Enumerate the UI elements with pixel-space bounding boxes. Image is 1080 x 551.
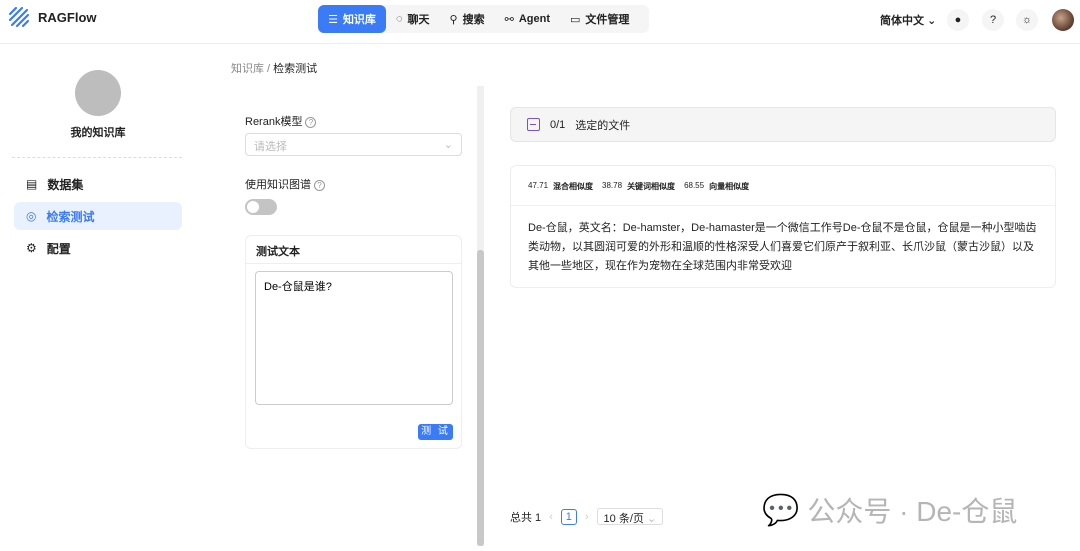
agent-icon: ⚯	[504, 13, 514, 26]
watermark: 💬 公众号 · De-仓鼠	[762, 490, 1017, 530]
vector-label: 向量相似度	[709, 182, 750, 191]
nav-label: 文件管理	[585, 14, 630, 26]
breadcrumb-current: 检索测试	[273, 63, 318, 75]
sidebar-item-label: 检索测试	[46, 209, 95, 224]
test-text-title: 测试文本	[246, 236, 461, 264]
test-text-input[interactable]: De-仓鼠是谁?	[255, 271, 453, 405]
total-count: 总共 1	[510, 511, 542, 524]
nav-file-management[interactable]: ▭ 文件管理	[560, 5, 639, 33]
chevron-down-icon: ⌄	[646, 513, 657, 525]
rerank-placeholder: 请选择	[254, 141, 287, 153]
language-select[interactable]: 简体中文 ⌄	[880, 12, 936, 28]
checkbox-indeterminate-icon[interactable]	[527, 118, 540, 131]
test-button[interactable]: 测 试	[418, 424, 453, 440]
chat-icon: ◌	[396, 13, 403, 25]
chevron-down-icon: ⌄	[927, 15, 937, 27]
nav-chat[interactable]: ◌ 聊天	[386, 5, 440, 33]
selected-label: 选定的文件	[575, 119, 631, 132]
nav-knowledge-base[interactable]: ☰ 知识库	[318, 5, 386, 33]
hybrid-score: 47.71	[528, 181, 549, 190]
nav-label: Agent	[518, 13, 550, 25]
help-icon: ?	[989, 14, 997, 26]
hybrid-label: 混合相似度	[553, 182, 594, 191]
kg-label: 使用知识图谱?	[245, 176, 325, 192]
page-1[interactable]: 1	[560, 508, 577, 525]
watermark-text: 公众号 · De-仓鼠	[807, 496, 1018, 527]
theme-toggle-button[interactable]: ☼	[1016, 9, 1038, 31]
kb-avatar	[75, 70, 121, 116]
breadcrumb-root[interactable]: 知识库	[231, 63, 264, 75]
next-page-icon[interactable]: ›	[585, 511, 589, 523]
similarity-scores: 47.71 混合相似度 38.78 关键词相似度 68.55 向量相似度	[511, 166, 1055, 206]
sidebar-divider	[12, 157, 182, 158]
sidebar-item-retrieval-test[interactable]: ◎ 检索测试	[14, 202, 182, 230]
gear-icon: ⚙	[26, 241, 37, 255]
database-icon: ☰	[328, 13, 338, 26]
nav-label: 搜索	[462, 14, 485, 26]
rerank-select[interactable]: 请选择 ⌄	[245, 133, 462, 156]
kg-toggle[interactable]	[245, 199, 277, 215]
rerank-label-text: Rerank模型	[245, 116, 303, 128]
search-icon: ⚲	[449, 13, 458, 26]
sun-icon: ☼	[1021, 14, 1033, 26]
nav-agent[interactable]: ⚯ Agent	[495, 5, 560, 33]
rerank-label: Rerank模型?	[245, 113, 317, 129]
result-card: 47.71 混合相似度 38.78 关键词相似度 68.55 向量相似度 De-仓鼠，…	[510, 165, 1056, 288]
sidebar-item-label: 配置	[46, 241, 71, 256]
chevron-down-icon: ⌄	[443, 139, 453, 151]
brand-name: RAGFlow	[38, 10, 97, 25]
main-nav: ☰ 知识库 ◌ 聊天 ⚲ 搜索 ⚯ Agent ▭ 文件管理	[318, 5, 649, 33]
breadcrumb: 知识库 / 检索测试	[231, 63, 318, 75]
result-content: De-仓鼠，英文名：De-hamster，De-hamaster是一个微信工作号…	[528, 222, 1037, 272]
kg-label-text: 使用知识图谱	[245, 179, 311, 191]
help-icon[interactable]: ?	[305, 117, 317, 128]
folder-icon: ▭	[570, 13, 581, 26]
sidebar-item-label: 数据集	[47, 177, 84, 192]
help-icon[interactable]: ?	[314, 180, 325, 191]
ragflow-logo-icon	[8, 6, 30, 28]
scrollbar-thumb[interactable]	[477, 250, 484, 546]
page-size-select[interactable]: 10 条/页 ⌄	[596, 508, 664, 525]
github-button[interactable]: ●	[947, 9, 969, 31]
kb-name: 我的知识库	[70, 127, 126, 139]
language-label: 简体中文	[880, 15, 924, 27]
sidebar-item-dataset[interactable]: ▤ 数据集	[14, 170, 182, 198]
document-icon: ▤	[26, 177, 38, 191]
github-icon: ●	[954, 14, 962, 26]
vector-score: 68.55	[684, 181, 705, 190]
help-button[interactable]: ?	[982, 9, 1004, 31]
keyword-label: 关键词相似度	[627, 182, 676, 191]
target-icon: ◎	[26, 209, 37, 223]
nav-label: 知识库	[342, 14, 376, 26]
keyword-score: 38.78	[602, 181, 623, 190]
user-avatar[interactable]	[1052, 9, 1074, 31]
nav-search[interactable]: ⚲ 搜索	[440, 5, 495, 33]
selected-files-bar[interactable]: 0/1 选定的文件	[510, 107, 1056, 142]
wechat-icon: 💬	[762, 493, 800, 527]
page-size-label: 10 条/页	[603, 513, 644, 525]
sidebar-item-config[interactable]: ⚙ 配置	[14, 234, 182, 262]
prev-page-icon[interactable]: ‹	[549, 511, 553, 523]
pagination: 总共 1 ‹ 1 › 10 条/页 ⌄	[510, 508, 664, 525]
selected-count: 0/1	[550, 118, 566, 131]
nav-label: 聊天	[407, 14, 430, 26]
